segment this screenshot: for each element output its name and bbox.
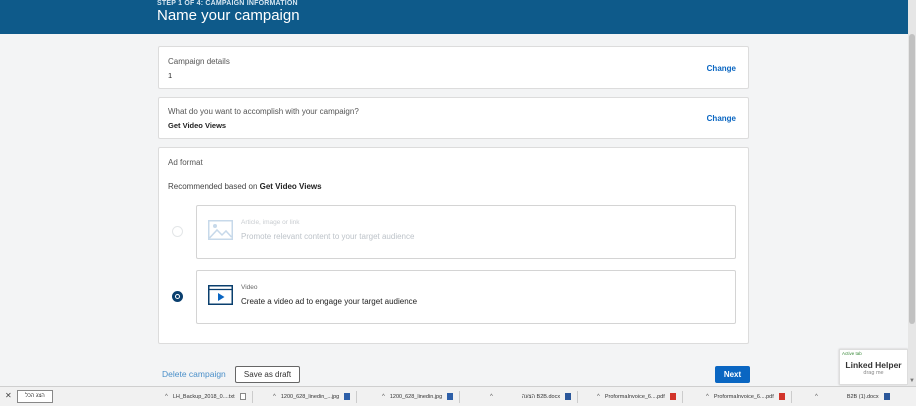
ad-format-label: Ad format bbox=[168, 158, 203, 167]
download-filename: הצעה B2B.docx bbox=[521, 394, 561, 400]
recommended-objective: Get Video Views bbox=[259, 182, 322, 191]
page-title: Name your campaign bbox=[157, 7, 300, 24]
objective-question: What do you want to accomplish with your… bbox=[168, 107, 359, 116]
chevron-up-icon[interactable]: ^ bbox=[815, 394, 818, 400]
radio-article-image-link[interactable] bbox=[172, 226, 183, 237]
next-button[interactable]: Next bbox=[715, 366, 750, 383]
campaign-details-value: 1 bbox=[168, 71, 173, 80]
recommended-prefix: Recommended based on bbox=[168, 182, 258, 191]
download-filename: 1200_628_linedin.jpg bbox=[389, 394, 443, 400]
download-separator bbox=[251, 391, 253, 403]
page-header: STEP 1 OF 4: CAMPAIGN INFORMATION Name y… bbox=[0, 0, 908, 34]
text-file-icon bbox=[239, 393, 246, 401]
step-indicator: STEP 1 OF 4: CAMPAIGN INFORMATION bbox=[157, 0, 298, 7]
recommended-text: Recommended based on Get Video Views bbox=[168, 182, 322, 191]
download-item[interactable]: ^ ProformaInvoice_6....pdf bbox=[597, 390, 683, 404]
campaign-details-label: Campaign details bbox=[168, 57, 230, 66]
download-filename: LH_Backup_2018_0....txt bbox=[172, 394, 235, 400]
option-article-description: Promote relevant content to your target … bbox=[241, 232, 415, 241]
download-filename: ProformaInvoice_6....pdf bbox=[604, 394, 665, 400]
image-file-icon bbox=[447, 393, 454, 401]
delete-campaign-link[interactable]: Delete campaign bbox=[162, 369, 226, 379]
campaign-details-change-link[interactable]: Change bbox=[707, 64, 736, 73]
chevron-up-icon[interactable]: ^ bbox=[165, 394, 168, 400]
download-filename: B2B (1).docx bbox=[846, 394, 879, 400]
ad-format-option-video[interactable]: Video Create a video ad to engage your t… bbox=[196, 270, 736, 324]
option-article-title: Article, image or link bbox=[241, 219, 300, 226]
objective-card: What do you want to accomplish with your… bbox=[158, 97, 749, 139]
page-scrollbar[interactable]: ▼ bbox=[908, 0, 916, 386]
pdf-file-icon bbox=[778, 393, 785, 401]
chevron-up-icon[interactable]: ^ bbox=[273, 394, 276, 400]
download-item[interactable]: ^ B2B (1).docx bbox=[815, 390, 890, 404]
save-as-draft-button[interactable]: Save as draft bbox=[235, 366, 300, 383]
chevron-up-icon[interactable]: ^ bbox=[706, 394, 709, 400]
close-icon[interactable]: ✕ bbox=[5, 391, 12, 400]
radio-video[interactable] bbox=[172, 291, 183, 302]
linked-helper-widget[interactable]: Active tab Linked Helper drag me bbox=[839, 349, 908, 385]
download-separator bbox=[790, 391, 792, 403]
download-filename: ProformaInvoice_6....pdf bbox=[713, 394, 774, 400]
ad-format-card: Ad format Recommended based on Get Video… bbox=[158, 147, 749, 344]
objective-change-link[interactable]: Change bbox=[707, 114, 736, 123]
scrollbar-thumb[interactable] bbox=[909, 34, 915, 324]
pdf-file-icon bbox=[669, 393, 676, 401]
ad-format-option-article[interactable]: Article, image or link Promote relevant … bbox=[196, 205, 736, 259]
campaign-details-card: Campaign details 1 Change bbox=[158, 46, 749, 89]
download-item[interactable]: ^ 1200_628_linedin.jpg bbox=[382, 390, 461, 404]
video-icon bbox=[208, 285, 233, 305]
scroll-down-arrow-icon[interactable]: ▼ bbox=[909, 378, 915, 384]
chevron-up-icon[interactable]: ^ bbox=[490, 394, 493, 400]
image-file-icon bbox=[344, 393, 351, 401]
option-video-description: Create a video ad to engage your target … bbox=[241, 297, 418, 306]
download-separator bbox=[356, 391, 358, 403]
objective-value: Get Video Views bbox=[168, 121, 227, 130]
download-filename: 1200_628_linedin_...jpg bbox=[280, 394, 340, 400]
linked-helper-tag: Active tab bbox=[842, 351, 862, 356]
download-item[interactable]: ^ LH_Backup_2018_0....txt bbox=[165, 390, 253, 404]
download-item[interactable]: ^ ProformaInvoice_6....pdf bbox=[706, 390, 792, 404]
chevron-up-icon[interactable]: ^ bbox=[597, 394, 600, 400]
download-item[interactable]: ^ 1200_628_linedin_...jpg bbox=[273, 390, 358, 404]
chevron-up-icon[interactable]: ^ bbox=[382, 394, 385, 400]
download-bar: ✕ הצג הכל ^ LH_Backup_2018_0....txt ^ 1200… bbox=[0, 386, 916, 406]
word-file-icon bbox=[883, 393, 890, 401]
linked-helper-sub: drag me bbox=[863, 370, 884, 376]
option-video-title: Video bbox=[241, 284, 258, 291]
download-separator bbox=[459, 391, 461, 403]
download-item[interactable]: ^ הצעה B2B.docx bbox=[490, 390, 579, 404]
show-all-downloads-button[interactable]: הצג הכל bbox=[17, 390, 53, 403]
download-separator bbox=[681, 391, 683, 403]
linked-helper-name: Linked Helper bbox=[845, 360, 902, 370]
word-file-icon bbox=[565, 393, 572, 401]
image-icon bbox=[208, 220, 233, 240]
download-separator bbox=[577, 391, 579, 403]
